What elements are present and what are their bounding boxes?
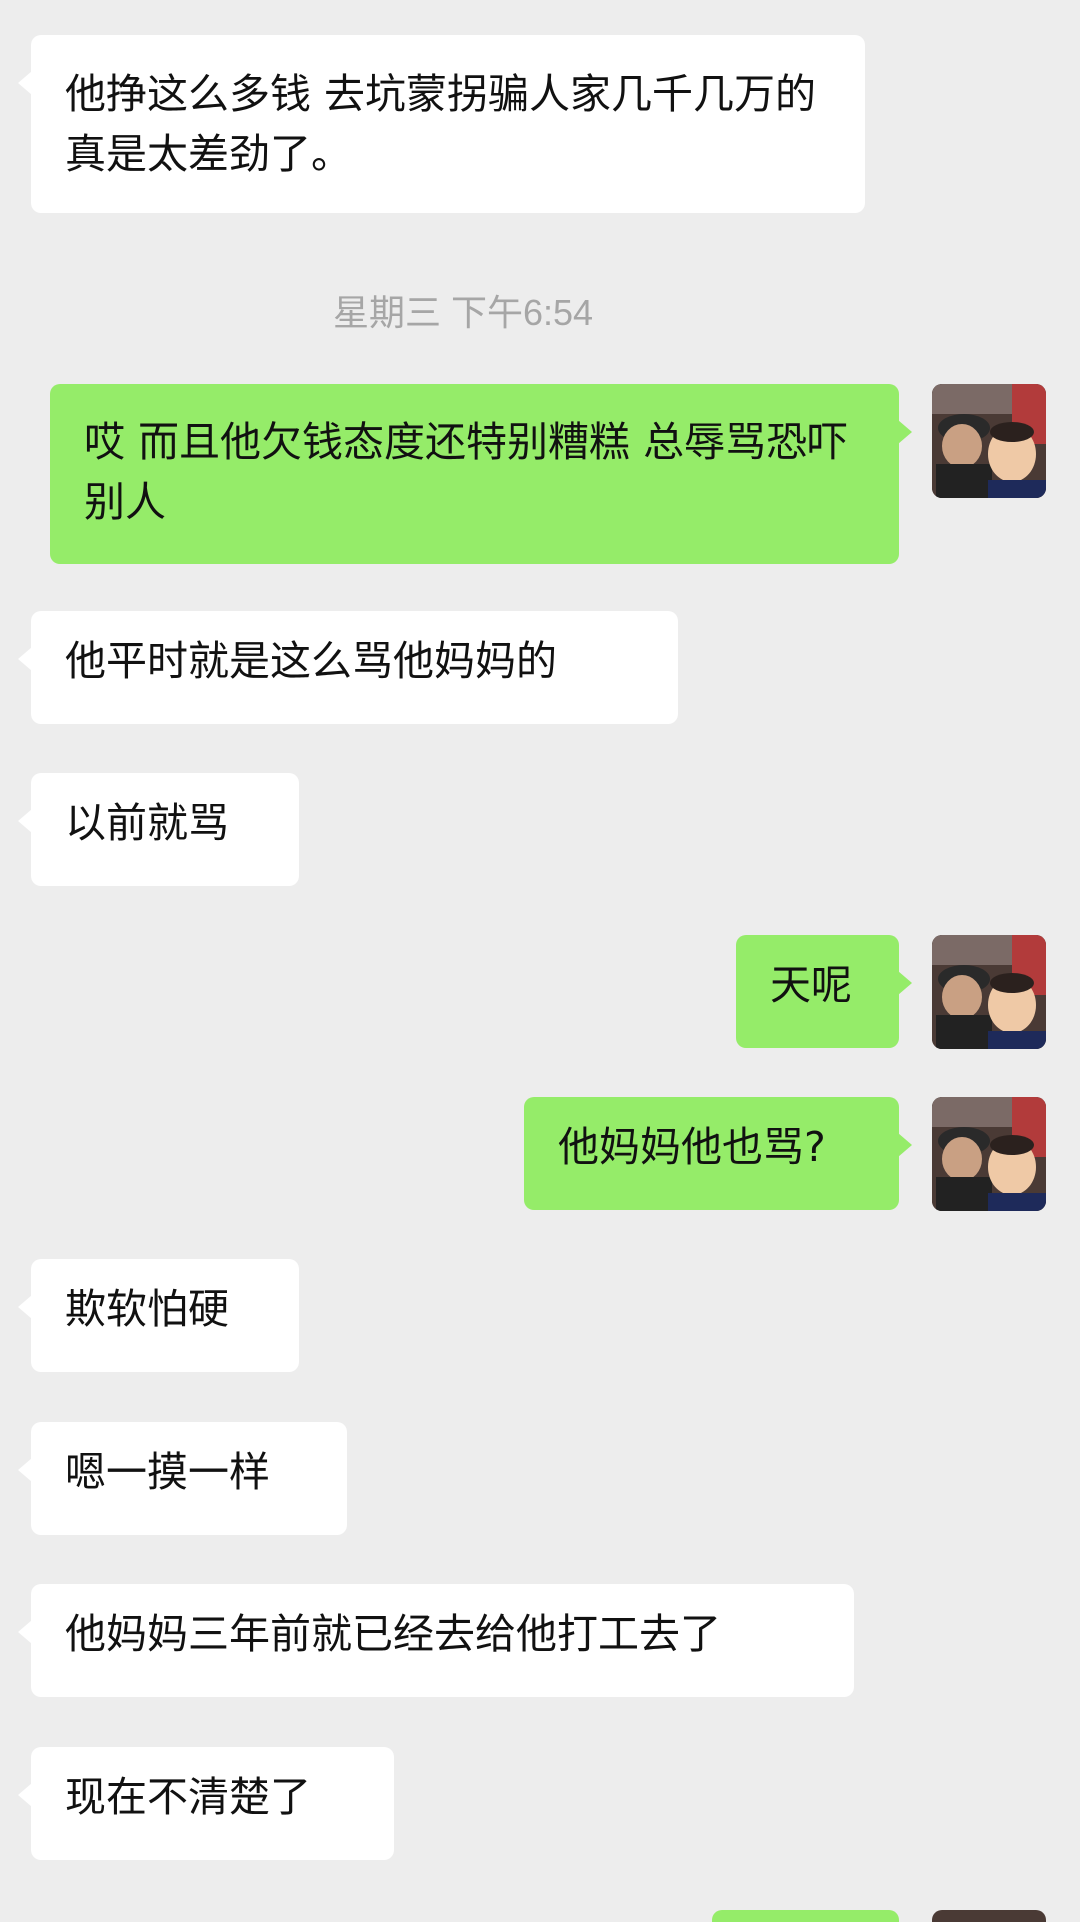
avatar[interactable]	[932, 1097, 1046, 1211]
user-avatar-photo-icon	[932, 384, 1046, 498]
incoming-message-bubble[interactable]: 他妈妈三年前就已经去给他打工去了	[18, 1584, 854, 1697]
message-text: 哎 而且他欠钱态度还特别糟糕 总辱骂恐吓别人	[84, 418, 849, 526]
incoming-message-bubble[interactable]: 他平时就是这么骂他妈妈的	[18, 611, 678, 724]
message-text: 以前就骂	[65, 799, 229, 847]
incoming-message-bubble[interactable]: 嗯一摸一样	[18, 1422, 347, 1535]
incoming-message-bubble[interactable]: 他挣这么多钱 去坑蒙拐骗人家几千几万的 真是太差劲了。	[18, 35, 865, 213]
message-text: 他平时就是这么骂他妈妈的	[65, 637, 557, 685]
outgoing-message-bubble-partial[interactable]	[712, 1910, 899, 1922]
outgoing-message-bubble[interactable]: 天呢	[736, 935, 912, 1048]
message-text: 天呢	[770, 961, 852, 1009]
incoming-message-bubble[interactable]: 欺软怕硬	[18, 1259, 299, 1372]
message-text: 他挣这么多钱 去坑蒙拐骗人家几千几万的 真是太差劲了。	[65, 70, 817, 178]
incoming-message-bubble[interactable]: 现在不清楚了	[18, 1747, 394, 1860]
message-timestamp: 星期三 下午6:54	[332, 292, 594, 333]
user-avatar-photo-icon	[932, 1097, 1046, 1211]
chat-message-list[interactable]: 他挣这么多钱 去坑蒙拐骗人家几千几万的 真是太差劲了。 星期三 下午6:54 哎…	[0, 0, 1080, 1922]
outgoing-message-bubble[interactable]: 他妈妈他也骂?	[524, 1097, 912, 1210]
message-text: 他妈妈三年前就已经去给他打工去了	[65, 1610, 721, 1658]
message-text: 现在不清楚了	[65, 1773, 311, 1821]
incoming-message-bubble[interactable]: 以前就骂	[18, 773, 299, 886]
message-text: 嗯一摸一样	[65, 1448, 270, 1496]
message-text: 欺软怕硬	[65, 1285, 229, 1333]
user-avatar-photo-icon	[932, 935, 1046, 1049]
avatar[interactable]	[932, 384, 1046, 498]
avatar[interactable]	[932, 935, 1046, 1049]
message-text: 他妈妈他也骂?	[558, 1123, 826, 1171]
outgoing-message-bubble[interactable]: 哎 而且他欠钱态度还特别糟糕 总辱骂恐吓别人	[50, 384, 912, 564]
avatar-partial[interactable]	[932, 1910, 1046, 1922]
